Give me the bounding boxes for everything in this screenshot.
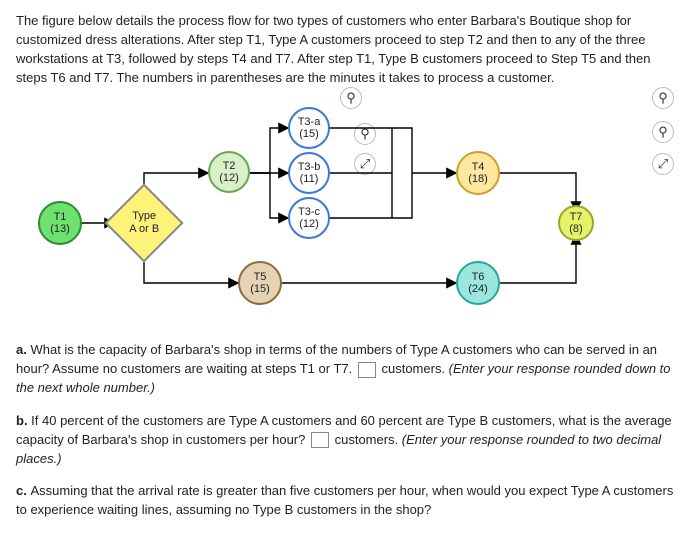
intro-text: The figure below details the process flo… <box>16 12 684 87</box>
node-t3c: T3-c (12) <box>288 197 330 239</box>
zoom-icon[interactable]: ⚲ <box>652 87 674 109</box>
question-b-unit: customers. <box>331 432 402 447</box>
question-a-prefix: a. <box>16 342 30 357</box>
question-b-prefix: b. <box>16 413 31 428</box>
question-c-body: Assuming that the arrival rate is greate… <box>16 483 673 517</box>
node-t7: T7 (8) <box>558 205 594 241</box>
zoom-icon[interactable]: ⚲ <box>354 123 376 145</box>
expand-icon[interactable]: ⤢ <box>354 153 376 175</box>
node-type-decision: Type A or B <box>104 184 183 263</box>
node-t1: T1 (13) <box>38 201 82 245</box>
question-block: a. What is the capacity of Barbara's sho… <box>16 341 684 520</box>
node-t4: T4 (18) <box>456 151 500 195</box>
flow-arrows <box>16 93 676 313</box>
question-b: b. If 40 percent of the customers are Ty… <box>16 412 684 469</box>
node-t3a: T3-a (15) <box>288 107 330 149</box>
zoom-icon[interactable]: ⚲ <box>652 121 674 143</box>
answer-input-a[interactable] <box>358 362 376 378</box>
node-t6: T6 (24) <box>456 261 500 305</box>
node-t5: T5 (15) <box>238 261 282 305</box>
flow-diagram: ⚲ ⚲ ⚲ ⚲ ⤢ ⤢ T1 (13) <box>16 93 676 313</box>
node-t3b: T3-b (11) <box>288 152 330 194</box>
question-c: c. Assuming that the arrival rate is gre… <box>16 482 684 520</box>
node-t2: T2 (12) <box>208 151 250 193</box>
answer-input-b[interactable] <box>311 432 329 448</box>
question-c-prefix: c. <box>16 483 30 498</box>
question-a: a. What is the capacity of Barbara's sho… <box>16 341 684 398</box>
question-a-unit: customers. <box>378 361 449 376</box>
zoom-icon[interactable]: ⚲ <box>340 87 362 109</box>
expand-icon[interactable]: ⤢ <box>652 153 674 175</box>
